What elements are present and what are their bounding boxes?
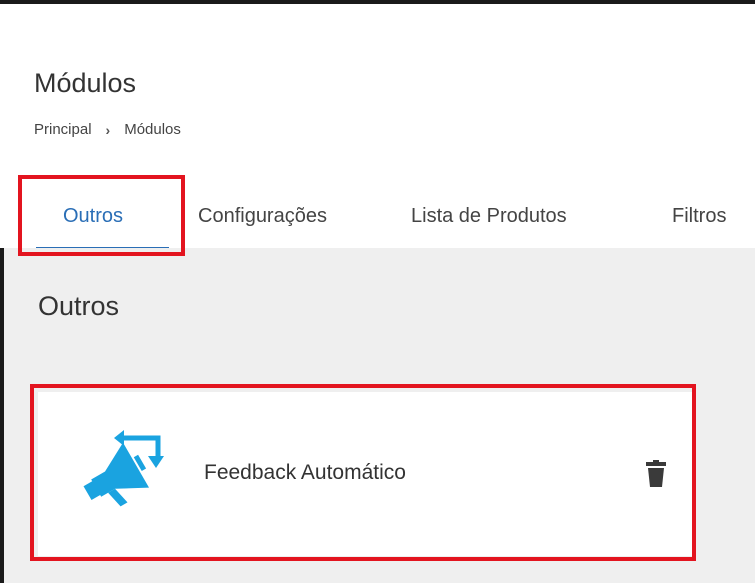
tab-outros[interactable]: Outros bbox=[63, 205, 123, 228]
megaphone-feedback-icon bbox=[74, 424, 164, 514]
breadcrumb-separator-icon: › bbox=[105, 121, 111, 138]
breadcrumb-current: Módulos bbox=[124, 121, 181, 138]
tab-lista-de-produtos[interactable]: Lista de Produtos bbox=[411, 205, 567, 228]
page-title: Módulos bbox=[34, 68, 137, 98]
section-title: Outros bbox=[38, 291, 120, 321]
breadcrumb-home-link[interactable]: Principal bbox=[34, 121, 92, 138]
breadcrumb: Principal › Módulos bbox=[34, 121, 181, 138]
main-content: Outros Feedback Automático bbox=[4, 248, 755, 583]
module-card[interactable]: Feedback Automático bbox=[38, 392, 693, 556]
module-name: Feedback Automático bbox=[204, 461, 406, 484]
tab-filtros[interactable]: Filtros bbox=[672, 205, 726, 228]
tab-bar: Outros Configurações Lista de Produtos F… bbox=[0, 189, 751, 249]
trash-icon[interactable] bbox=[646, 460, 666, 488]
tab-configuracoes[interactable]: Configurações bbox=[198, 205, 327, 228]
page-header: Módulos Principal › Módulos Outros Confi… bbox=[0, 4, 751, 249]
